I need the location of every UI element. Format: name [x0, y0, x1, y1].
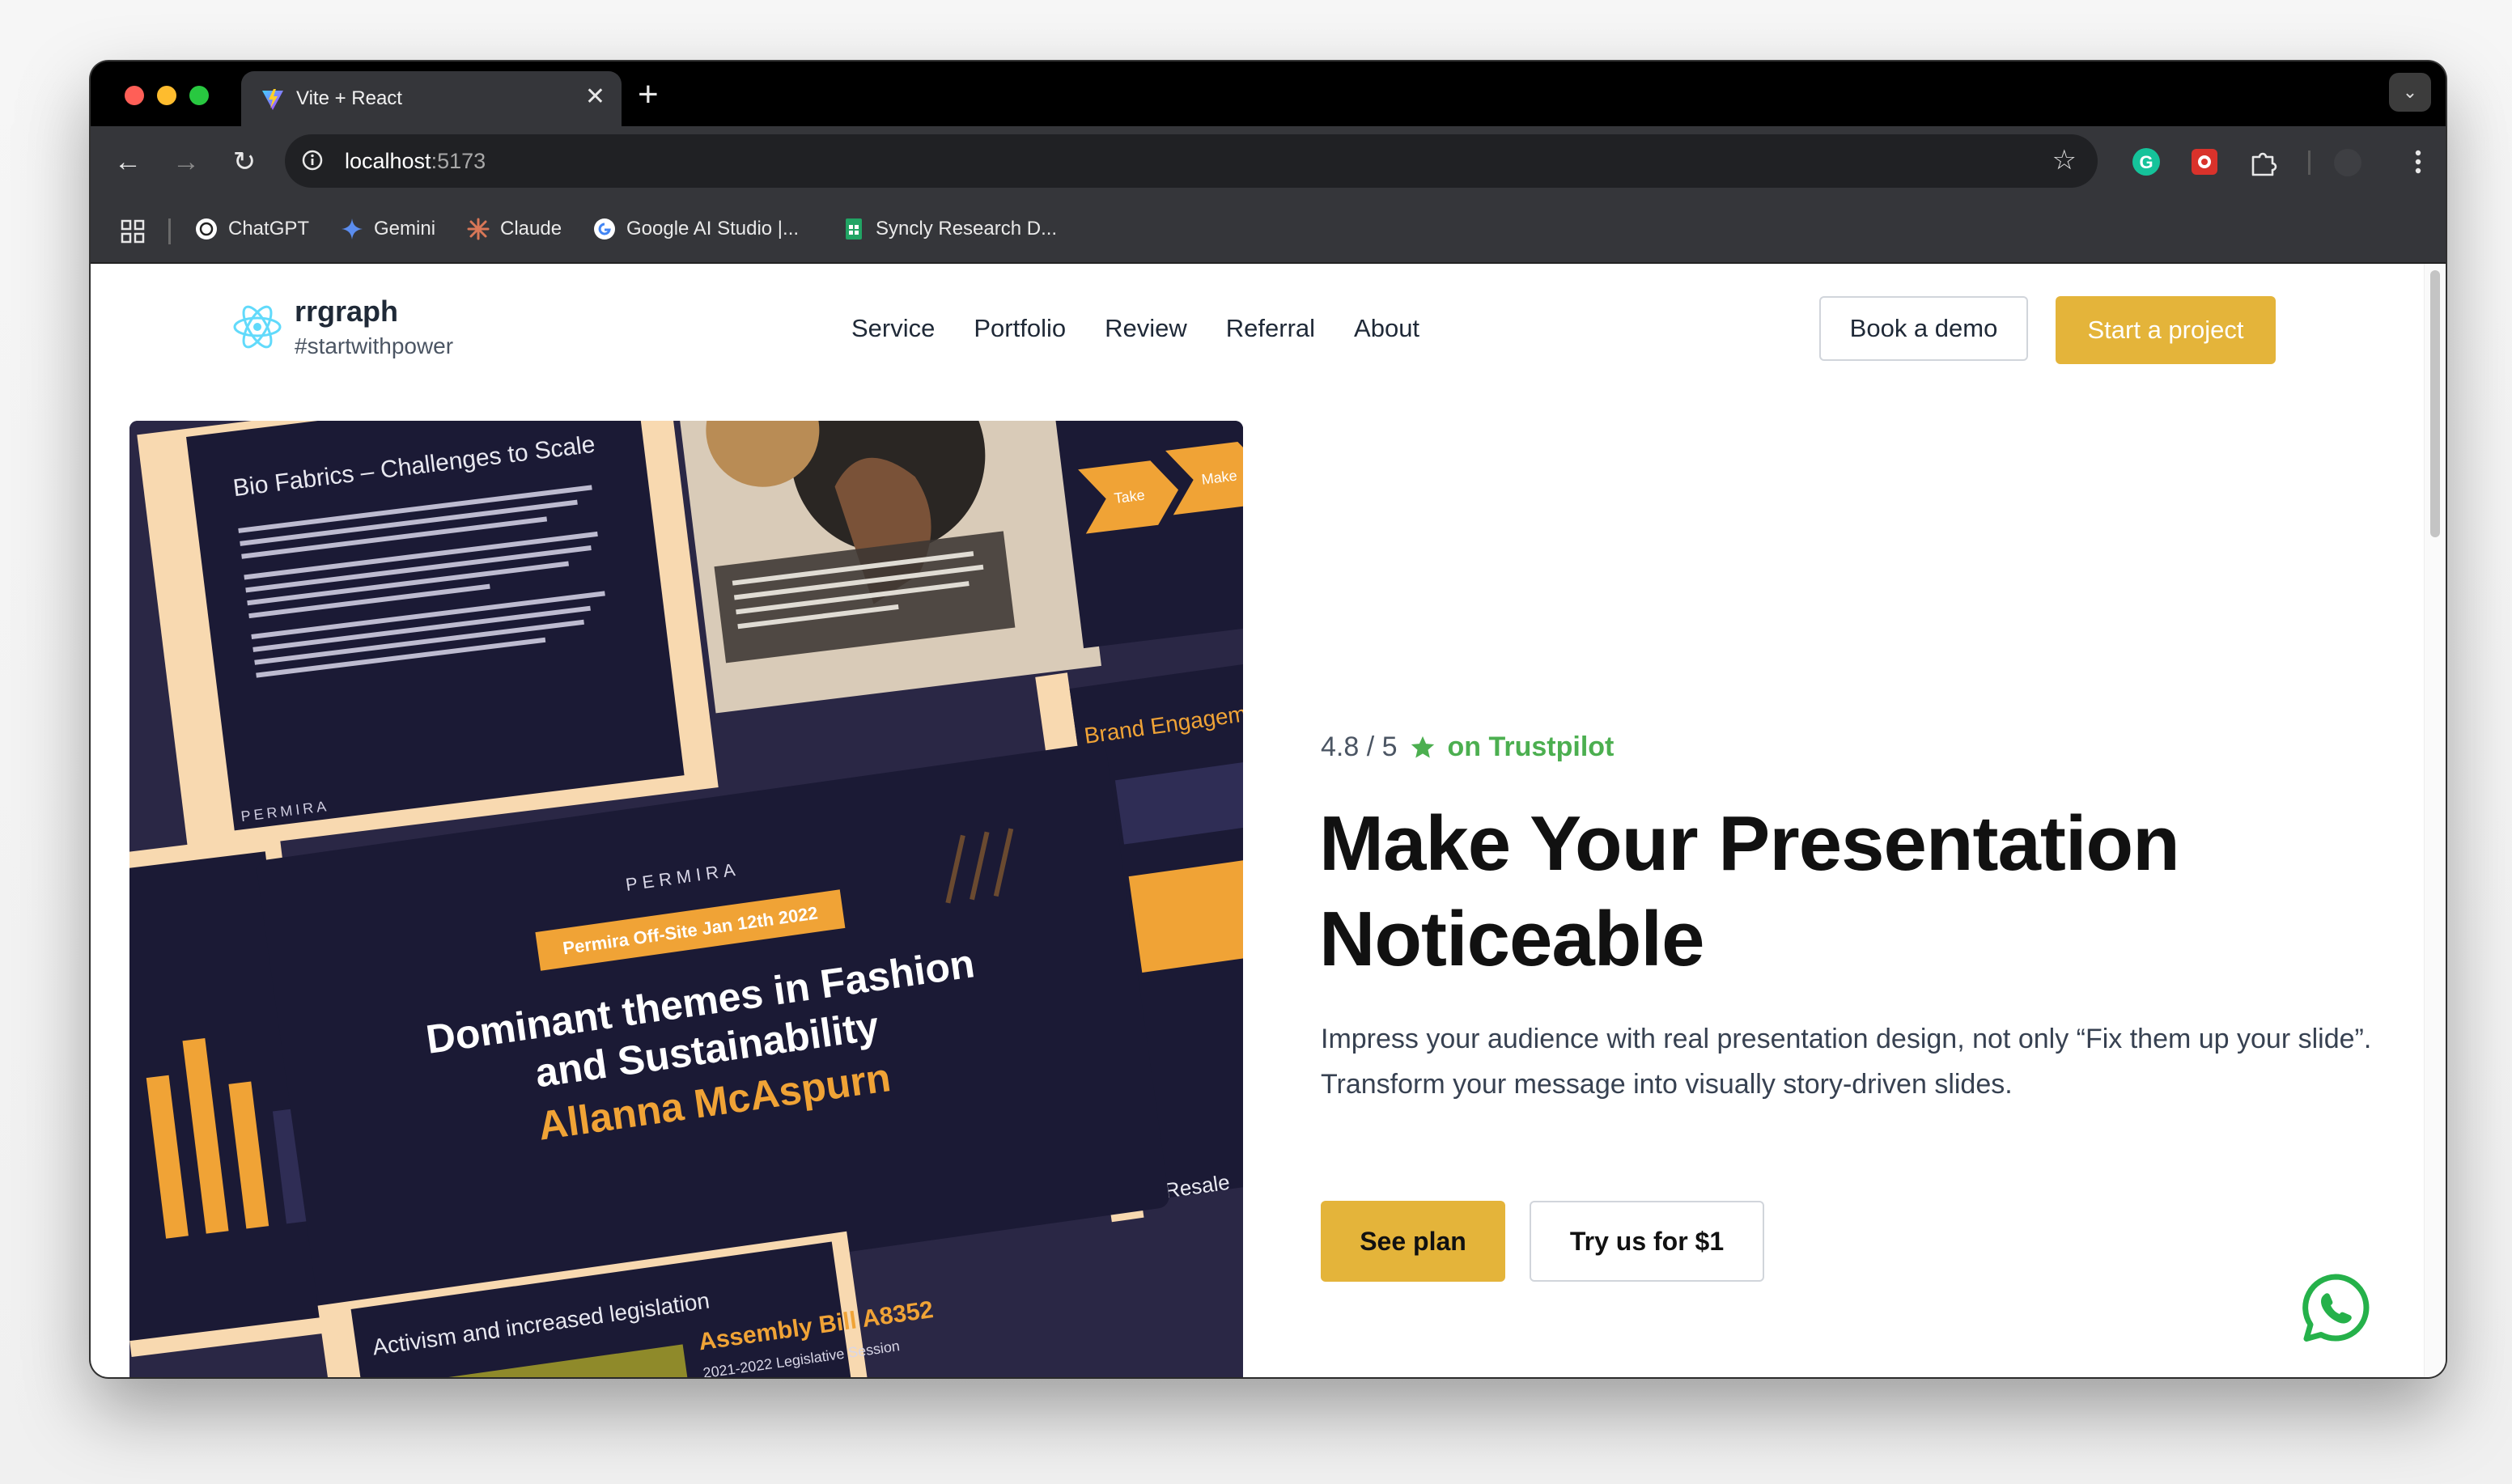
window-controls: [125, 86, 209, 105]
bookmark-label: ChatGPT: [228, 218, 310, 240]
slide-quote-photo: [674, 421, 1101, 714]
scrollbar-thumb[interactable]: [2430, 270, 2440, 537]
tab-vite-react[interactable]: Vite + React ✕: [241, 71, 622, 126]
nav-item-referral[interactable]: Referral: [1226, 314, 1315, 343]
react-logo-icon: [233, 305, 282, 349]
red-extension-icon[interactable]: [2188, 146, 2221, 178]
star-icon: [1411, 736, 1434, 758]
bookmark-syncly-research[interactable]: Syncly Research D...: [842, 217, 1057, 241]
url-text: localhost:5173: [345, 149, 486, 174]
page-scrollbar[interactable]: [2424, 264, 2446, 1377]
google-icon: [594, 218, 615, 240]
vite-logo-icon: [262, 89, 283, 110]
web-page: rrgraph #startwithpower Service Portfoli…: [91, 264, 2446, 1377]
url-port: :5173: [431, 149, 486, 173]
hero-description: Impress your audience with real presenta…: [1321, 1024, 2372, 1100]
bookmark-label: Claude: [500, 218, 562, 240]
zoom-window-button[interactable]: [189, 86, 209, 105]
toolbar-divider: [2308, 151, 2310, 175]
close-tab-icon[interactable]: ✕: [585, 83, 605, 112]
minimize-window-button[interactable]: [157, 86, 176, 105]
bookmark-gemini[interactable]: Gemini: [340, 217, 435, 241]
hero-slides-image: Bio Fabrics – Challenges to Scale PERMIR…: [129, 421, 1243, 1377]
start-project-button[interactable]: Start a project: [2056, 296, 2276, 364]
tab-title: Vite + React: [296, 87, 402, 109]
slides-collage: Bio Fabrics – Challenges to Scale PERMIR…: [129, 421, 1243, 1377]
main-nav: Service Portfolio Review Referral About: [851, 314, 1419, 343]
back-button[interactable]: ←: [110, 144, 146, 180]
bookmark-label: Gemini: [374, 218, 436, 240]
hero-headline: Make Your Presentation Noticeable: [1319, 796, 2371, 987]
tab-strip: Vite + React ✕ + ⌄: [91, 61, 2446, 126]
svg-text:G: G: [2139, 152, 2153, 172]
bookmark-label: Syncly Research D...: [876, 218, 1058, 240]
slide-take-make: Take Make: [1054, 421, 1243, 649]
bookmark-divider: [168, 218, 171, 244]
brand-text: rrgraph #startwithpower: [295, 295, 453, 359]
nav-item-service[interactable]: Service: [851, 314, 935, 343]
bookmarks-bar: ChatGPT Gemini Claude Google AI Studio |…: [91, 199, 2446, 264]
bookmark-claude[interactable]: Claude: [466, 217, 562, 241]
gemini-icon: [342, 218, 363, 240]
grammarly-extension-icon[interactable]: G: [2130, 146, 2162, 178]
site-info-icon[interactable]: [301, 149, 324, 172]
bookmark-google-ai-studio[interactable]: Google AI Studio |...: [592, 217, 799, 241]
bookmark-chatgpt[interactable]: ChatGPT: [194, 217, 309, 241]
headline-line-1: Make Your Presentation: [1319, 800, 2180, 887]
try-us-button[interactable]: Try us for $1: [1530, 1201, 1764, 1282]
tab-search-button[interactable]: ⌄: [2389, 73, 2431, 112]
brand-name: rrgraph: [295, 295, 399, 328]
book-demo-button[interactable]: Book a demo: [1819, 296, 2028, 361]
bookmark-star-icon[interactable]: ☆: [2052, 144, 2077, 176]
whatsapp-icon[interactable]: [2297, 1270, 2374, 1348]
reload-button[interactable]: ↻: [227, 144, 262, 180]
nav-item-about[interactable]: About: [1354, 314, 1419, 343]
nav-item-portfolio[interactable]: Portfolio: [974, 314, 1066, 343]
new-tab-button[interactable]: +: [638, 74, 659, 115]
url-host: localhost: [345, 149, 431, 173]
apps-grid-icon[interactable]: [120, 218, 146, 244]
sheets-icon: [846, 218, 862, 240]
address-bar[interactable]: localhost:5173 ☆: [285, 134, 2098, 188]
claude-icon: [467, 218, 490, 240]
profile-avatar[interactable]: [2334, 149, 2361, 176]
browser-window: Vite + React ✕ + ⌄ ← → ↻ localhost:5173 …: [91, 61, 2446, 1377]
trustpilot-rating[interactable]: 4.8 / 5 on Trustpilot: [1321, 731, 1614, 763]
see-plan-button[interactable]: See plan: [1321, 1201, 1505, 1282]
rating-source: on Trustpilot: [1447, 731, 1615, 762]
browser-toolbar: ← → ↻ localhost:5173 ☆ G: [91, 126, 2446, 199]
bookmark-label: Google AI Studio |...: [626, 218, 800, 240]
more-menu-icon[interactable]: [2402, 146, 2434, 178]
slide-bio-fabrics: Bio Fabrics – Challenges to Scale PERMIR…: [137, 421, 719, 853]
forward-button[interactable]: →: [168, 144, 204, 180]
rating-score: 4.8 / 5: [1321, 731, 1398, 762]
nav-item-review[interactable]: Review: [1105, 314, 1187, 343]
brand-tagline: #startwithpower: [295, 333, 454, 358]
brand[interactable]: rrgraph #startwithpower: [231, 295, 453, 359]
chatgpt-icon: [196, 218, 217, 240]
headline-line-2: Noticeable: [1319, 896, 1704, 982]
close-window-button[interactable]: [125, 86, 144, 105]
extensions-puzzle-icon[interactable]: [2247, 146, 2279, 178]
